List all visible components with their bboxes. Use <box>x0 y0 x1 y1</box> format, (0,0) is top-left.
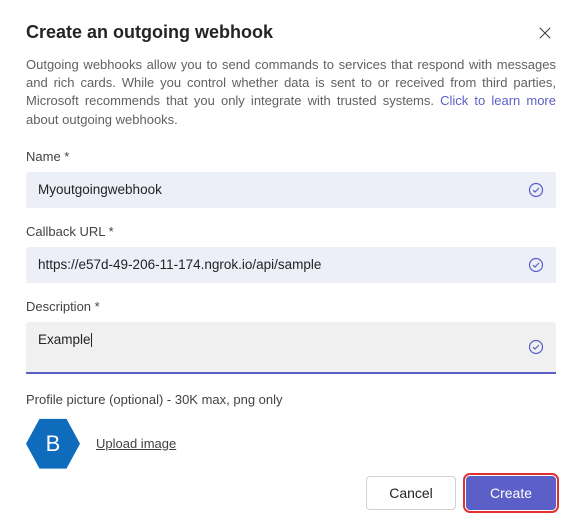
dialog-description: Outgoing webhooks allow you to send comm… <box>26 56 556 129</box>
cancel-button[interactable]: Cancel <box>366 476 456 510</box>
checkmark-icon <box>528 257 544 273</box>
description-value: Example <box>38 332 91 347</box>
description-input[interactable]: Example <box>26 322 556 374</box>
profile-picture-label: Profile picture (optional) - 30K max, pn… <box>26 392 556 407</box>
learn-more-link[interactable]: Click to learn more <box>440 93 556 108</box>
close-button[interactable] <box>534 22 556 44</box>
avatar: B <box>26 417 80 471</box>
name-input[interactable] <box>26 172 556 208</box>
create-button[interactable]: Create <box>466 476 556 510</box>
text-cursor <box>91 333 92 347</box>
upload-image-link[interactable]: Upload image <box>96 436 176 451</box>
checkmark-icon <box>528 339 544 355</box>
callback-url-input[interactable] <box>26 247 556 283</box>
close-icon <box>538 26 552 40</box>
checkmark-icon <box>528 182 544 198</box>
dialog-title: Create an outgoing webhook <box>26 22 273 43</box>
name-label: Name * <box>26 149 556 164</box>
description-text-2: about outgoing webhooks. <box>26 112 178 127</box>
description-label: Description * <box>26 299 556 314</box>
callback-url-label: Callback URL * <box>26 224 556 239</box>
